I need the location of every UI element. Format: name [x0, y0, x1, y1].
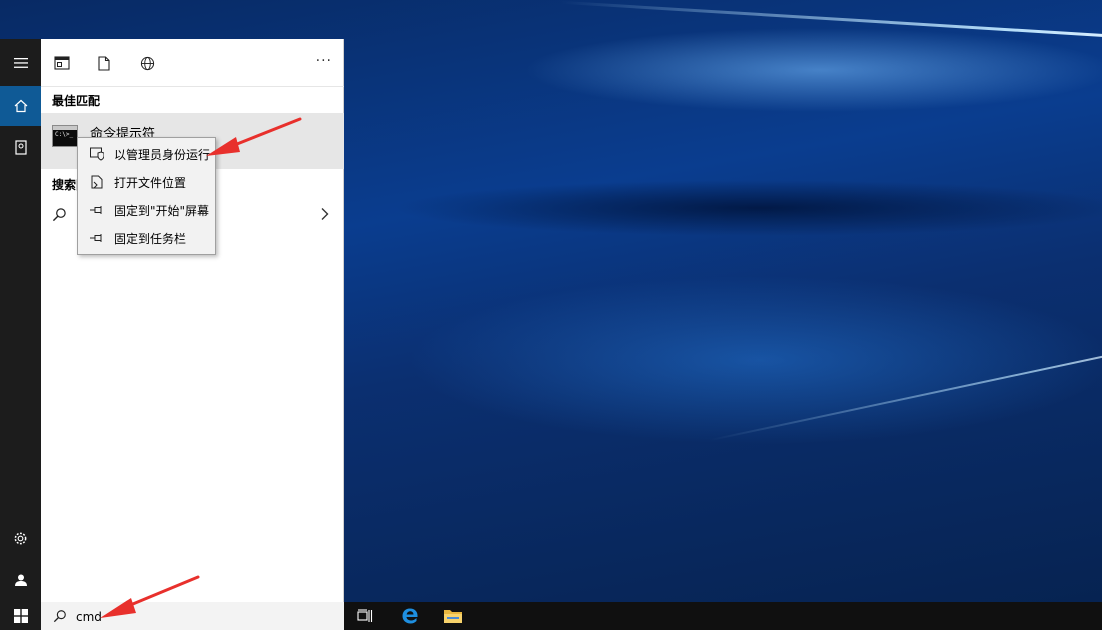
more-options-button[interactable]: ··· [316, 53, 332, 69]
run-as-admin-icon [90, 147, 104, 161]
chevron-right-icon[interactable] [320, 207, 330, 221]
windows-logo-icon [13, 609, 28, 623]
start-left-rail [0, 39, 41, 602]
search-icon [52, 208, 66, 222]
home-icon[interactable] [0, 86, 41, 126]
collection-icon[interactable] [0, 127, 41, 167]
context-menu: 以管理员身份运行 打开文件位置 固定到"开始"屏幕 固定到任务栏 [77, 137, 216, 255]
start-search-panel: ··· 最佳匹配 C:\>_ 命令提示符 搜索网 [41, 39, 344, 602]
command-prompt-icon: C:\>_ [52, 125, 78, 147]
account-icon[interactable] [0, 560, 41, 600]
best-match-title: 最佳匹配 [52, 94, 101, 108]
pin-to-start-menu-item[interactable]: 固定到"开始"屏幕 [78, 196, 215, 224]
pin-icon [90, 231, 104, 245]
run-as-admin-menu-item[interactable]: 以管理员身份运行 [78, 140, 215, 168]
taskbar: cmd [0, 602, 1102, 630]
file-explorer-icon[interactable] [433, 602, 473, 630]
edge-icon[interactable] [390, 602, 430, 630]
pin-icon [90, 203, 104, 217]
pin-to-taskbar-menu-item[interactable]: 固定到任务栏 [78, 224, 215, 252]
search-icon [53, 610, 66, 623]
start-button[interactable] [0, 602, 41, 630]
search-input[interactable]: cmd [76, 610, 102, 624]
search-scope-tabs: ··· [41, 39, 344, 87]
divider [41, 86, 344, 87]
settings-icon[interactable] [0, 518, 41, 558]
apps-scope-icon[interactable] [50, 51, 74, 75]
taskbar-search-box[interactable]: cmd [41, 602, 344, 630]
open-file-location-icon [90, 175, 104, 189]
documents-scope-icon[interactable] [92, 51, 116, 75]
menu-item-label: 以管理员身份运行 [114, 147, 211, 162]
hamburger-menu-icon[interactable] [0, 43, 41, 83]
open-file-location-menu-item[interactable]: 打开文件位置 [78, 168, 215, 196]
menu-item-label: 打开文件位置 [114, 175, 187, 190]
task-view-icon[interactable] [345, 602, 385, 630]
menu-item-label: 固定到"开始"屏幕 [114, 203, 210, 218]
web-scope-icon[interactable] [135, 51, 159, 75]
menu-item-label: 固定到任务栏 [114, 231, 187, 246]
